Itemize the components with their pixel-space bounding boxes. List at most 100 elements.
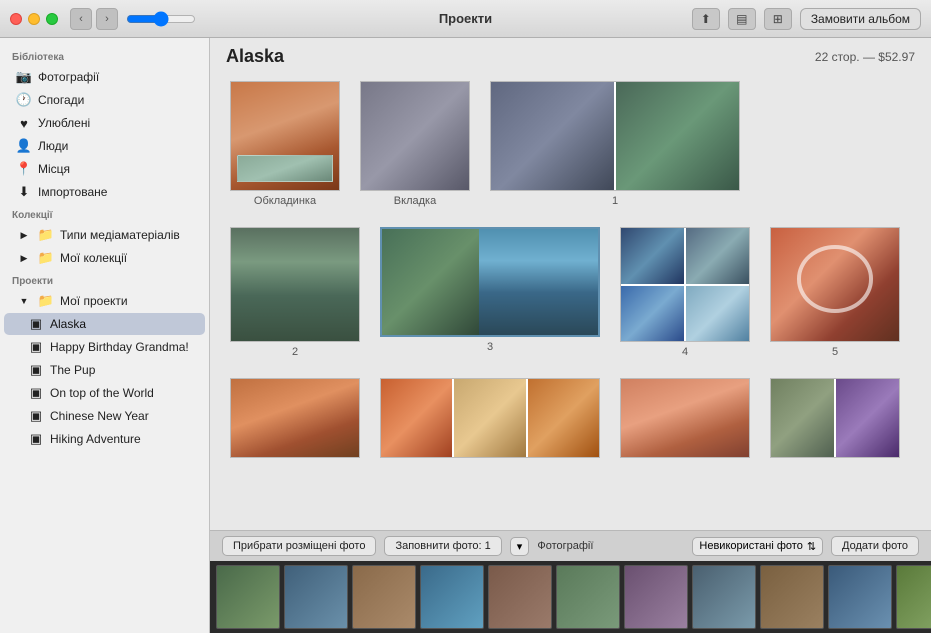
back-button[interactable]: ‹ (70, 8, 92, 30)
sidebar-item-hiking[interactable]: ▣ Hiking Adventure (4, 428, 205, 450)
filmstrip-thumb-4[interactable] (420, 565, 484, 629)
page-9-content (771, 379, 899, 457)
page-7[interactable] (380, 378, 600, 458)
page-thumb-cover[interactable] (230, 81, 340, 191)
window-title: Проекти (439, 11, 492, 26)
view-toggle-icon[interactable]: ⊞ (764, 8, 792, 30)
fill-count: 1 (485, 540, 491, 552)
titlebar-actions: ⬆ ▤ ⊞ Замовити альбом (692, 8, 921, 30)
page-thumb-6[interactable] (230, 378, 360, 458)
sidebar-toggle-icon[interactable]: ▤ (728, 8, 756, 30)
page-7-content (381, 379, 599, 457)
filmstrip-thumb-8[interactable] (692, 565, 756, 629)
zoom-slider[interactable] (126, 11, 206, 27)
collections-section-label: Колекції (0, 204, 209, 223)
sidebar-item-favorites-label: Улюблені (38, 116, 90, 130)
page-2[interactable]: 2 (230, 227, 360, 358)
filmstrip-thumb-1[interactable] (216, 565, 280, 629)
order-album-button[interactable]: Замовити альбом (800, 8, 921, 30)
filmstrip-thumb-9[interactable] (760, 565, 824, 629)
unused-photos-dropdown[interactable]: Невикористані фото ⇅ (692, 537, 823, 556)
filmstrip-thumb-2[interactable] (284, 565, 348, 629)
minimize-button[interactable] (28, 13, 40, 25)
sidebar-item-chinese-label: Chinese New Year (50, 409, 149, 423)
sidebar-item-media-types[interactable]: ▶ 📁 Типи медіаматеріалів (4, 224, 205, 246)
nav-buttons: ‹ › (70, 8, 118, 30)
page-cover[interactable]: Обкладинка (230, 81, 340, 207)
filmstrip-thumb-6[interactable] (556, 565, 620, 629)
page-4[interactable]: 4 (620, 227, 750, 358)
filmstrip-thumb-3[interactable] (352, 565, 416, 629)
page-6[interactable] (230, 378, 360, 458)
page-thumb-2[interactable] (230, 227, 360, 342)
fill-dropdown[interactable]: ▾ (510, 537, 530, 556)
page-thumb-3[interactable] (380, 227, 600, 337)
sidebar-item-alaska[interactable]: ▣ Alaska (4, 313, 205, 335)
pages-grid: Обкладинка Вкладка (210, 71, 931, 530)
sidebar-item-birthday[interactable]: ▣ Happy Birthday Grandma! (4, 336, 205, 358)
maximize-button[interactable] (46, 13, 58, 25)
pages-row-2: 2 3 (230, 227, 911, 358)
photos-icon: 📷 (16, 69, 32, 85)
filmstrip-thumb-10[interactable] (828, 565, 892, 629)
close-button[interactable] (10, 13, 22, 25)
pages-row-3 (230, 378, 911, 458)
sidebar-item-pup[interactable]: ▣ The Pup (4, 359, 205, 381)
filmstrip-thumb-7[interactable] (624, 565, 688, 629)
page-5-label: 5 (832, 346, 838, 358)
cover-label: Обкладинка (254, 195, 316, 207)
hiking-album-icon: ▣ (28, 431, 44, 447)
page-8[interactable] (620, 378, 750, 458)
sidebar-item-hiking-label: Hiking Adventure (50, 432, 141, 446)
page-thumb-insert[interactable] (360, 81, 470, 191)
sidebar-item-world[interactable]: ▣ On top of the World (4, 382, 205, 404)
sidebar-item-people-label: Люди (38, 139, 68, 153)
sidebar-item-imported-label: Імпортоване (38, 185, 107, 199)
content-area: Alaska 22 стор. — $52.97 Обкладинка (210, 38, 931, 633)
cover-content (231, 82, 339, 190)
page-4-content (621, 228, 749, 341)
my-collections-icon: 📁 (38, 250, 54, 266)
sidebar-item-birthday-label: Happy Birthday Grandma! (50, 340, 189, 354)
fill-photos-button[interactable]: Заповнити фото: 1 (384, 536, 501, 556)
places-icon: 📍 (16, 161, 32, 177)
sidebar-item-chinese[interactable]: ▣ Chinese New Year (4, 405, 205, 427)
page-3-label: 3 (487, 341, 493, 353)
main-container: Бібліотека 📷 Фотографії 🕐 Спогади ♥ Улюб… (0, 38, 931, 633)
page-1-label: 1 (612, 195, 618, 207)
sidebar-item-memories[interactable]: 🕐 Спогади (4, 89, 205, 111)
page-thumb-4[interactable] (620, 227, 750, 342)
page-3[interactable]: 3 (380, 227, 600, 353)
page-9[interactable] (770, 378, 900, 458)
sidebar-item-my-collections[interactable]: ▶ 📁 Мої колекції (4, 247, 205, 269)
sidebar-item-pup-label: The Pup (50, 363, 95, 377)
page-thumb-1[interactable] (490, 81, 740, 191)
filmstrip-thumb-5[interactable] (488, 565, 552, 629)
sidebar-item-my-projects[interactable]: ▼ 📁 Мої проекти (4, 290, 205, 312)
add-photos-button[interactable]: Додати фото (831, 536, 919, 556)
page-5[interactable]: 5 (770, 227, 900, 358)
page-thumb-8[interactable] (620, 378, 750, 458)
sidebar-item-places[interactable]: 📍 Місця (4, 158, 205, 180)
share-icon[interactable]: ⬆ (692, 8, 720, 30)
page-thumb-9[interactable] (770, 378, 900, 458)
forward-button[interactable]: › (96, 8, 118, 30)
traffic-lights[interactable] (10, 13, 58, 25)
page-thumb-5[interactable] (770, 227, 900, 342)
page-1[interactable]: 1 (490, 81, 740, 207)
filmstrip-thumb-11[interactable] (896, 565, 931, 629)
chevron-down-icon: ▾ (517, 540, 523, 553)
sidebar-item-photos[interactable]: 📷 Фотографії (4, 66, 205, 88)
sidebar-item-favorites[interactable]: ♥ Улюблені (4, 112, 205, 134)
page-insert[interactable]: Вкладка (360, 81, 470, 207)
sidebar-item-world-label: On top of the World (50, 386, 154, 400)
sidebar-item-memories-label: Спогади (38, 93, 84, 107)
sidebar-item-my-projects-label: Мої проекти (60, 294, 128, 308)
insert-label: Вкладка (394, 195, 436, 207)
remove-photos-button[interactable]: Прибрати розміщені фото (222, 536, 376, 556)
page-4-label: 4 (682, 346, 688, 358)
zoom-range-input[interactable] (126, 11, 196, 27)
page-thumb-7[interactable] (380, 378, 600, 458)
sidebar-item-imported[interactable]: ⬇ Імпортоване (4, 181, 205, 203)
sidebar-item-people[interactable]: 👤 Люди (4, 135, 205, 157)
